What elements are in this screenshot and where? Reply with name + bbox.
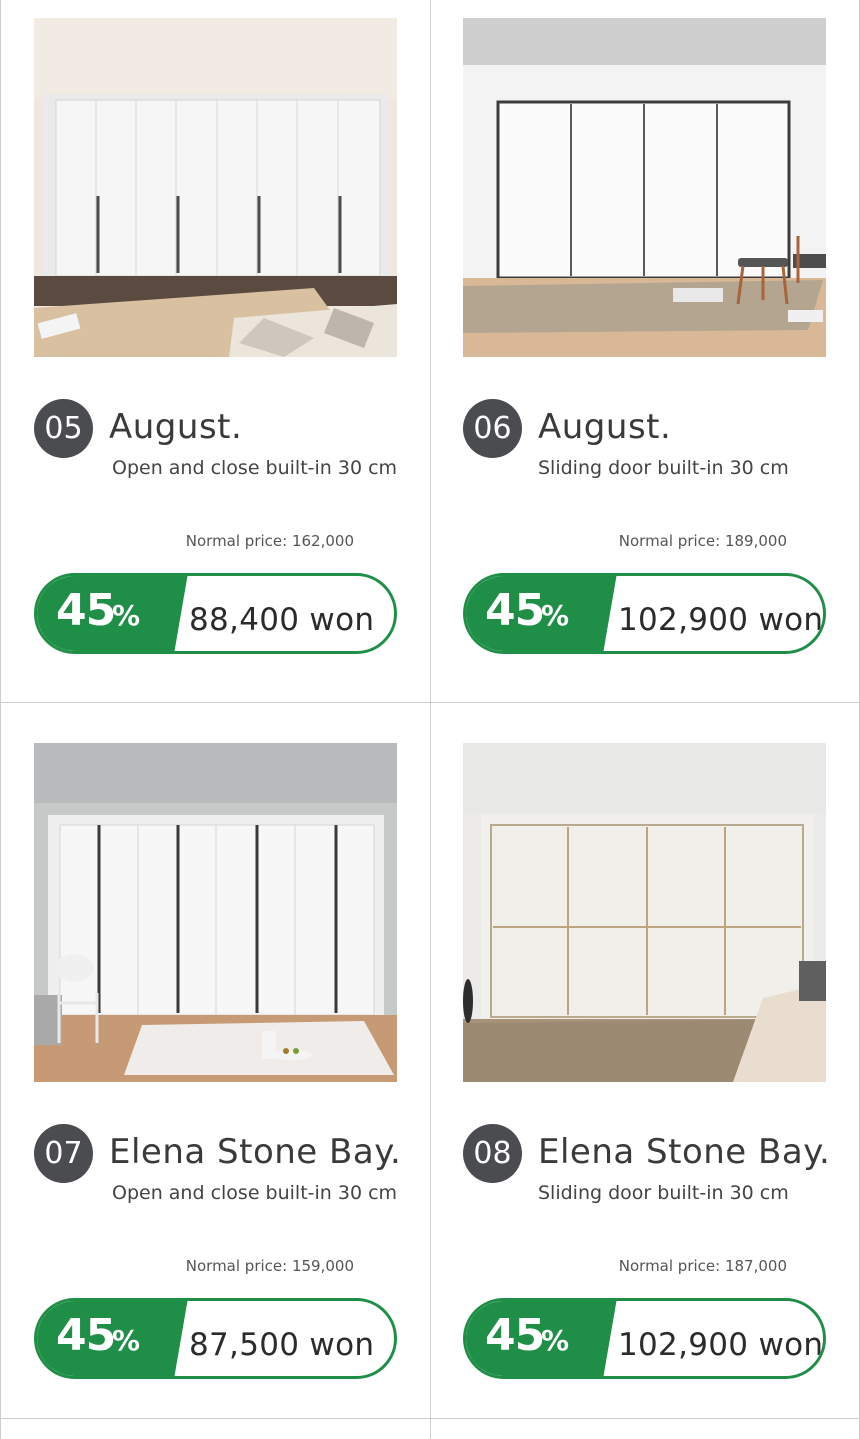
product-subtitle: Open and close built-in 30 cm [112,457,398,479]
discount-badge: 45 % [466,576,617,651]
product-number-badge: 08 [463,1124,522,1183]
discount-percent: 45 [485,1310,545,1361]
product-number-badge: 06 [463,399,522,458]
product-card[interactable]: 07 Elena Stone Bay. Open and close built… [0,725,430,1425]
product-number-badge: 05 [34,399,93,458]
discount-percent: 45 [56,1310,116,1361]
sale-price: 102,900 won [618,1327,824,1363]
normal-price: Normal price: 189,000 [618,532,787,550]
product-image[interactable] [34,743,397,1082]
product-subtitle: Open and close built-in 30 cm [112,1182,398,1204]
product-subtitle: Sliding door built-in 30 cm [538,457,789,479]
percent-symbol: % [112,599,141,632]
percent-symbol: % [541,1324,570,1357]
sale-price: 88,400 won [189,602,375,638]
discount-percent: 45 [56,585,116,636]
sale-price: 87,500 won [189,1327,375,1363]
percent-symbol: % [112,1324,141,1357]
sale-price: 102,900 won [618,602,824,638]
product-name[interactable]: August. [538,407,671,447]
sale-price-pill[interactable]: 45 % 102,900 won [463,1298,826,1379]
discount-badge: 45 % [37,1301,188,1376]
product-name[interactable]: August. [109,407,242,447]
product-name[interactable]: Elena Stone Bay. [109,1132,401,1172]
discount-percent: 45 [485,585,545,636]
product-card[interactable]: 05 August. Open and close built-in 30 cm… [0,0,430,700]
normal-price: Normal price: 187,000 [618,1257,787,1275]
discount-badge: 45 % [466,1301,617,1376]
product-image[interactable] [34,18,397,357]
product-image[interactable] [463,18,826,357]
product-name[interactable]: Elena Stone Bay. [538,1132,830,1172]
sale-price-pill[interactable]: 45 % 88,400 won [34,573,397,654]
product-number-badge: 07 [34,1124,93,1183]
product-image[interactable] [463,743,826,1082]
sale-price-pill[interactable]: 45 % 102,900 won [463,573,826,654]
product-grid: 05 August. Open and close built-in 30 cm… [0,0,860,1439]
grid-divider-horizontal [0,702,860,703]
product-card[interactable]: 06 August. Sliding door built-in 30 cm N… [430,0,860,700]
normal-price: Normal price: 162,000 [185,532,354,550]
sale-price-pill[interactable]: 45 % 87,500 won [34,1298,397,1379]
product-subtitle: Sliding door built-in 30 cm [538,1182,789,1204]
product-card[interactable]: 08 Elena Stone Bay. Sliding door built-i… [430,725,860,1425]
percent-symbol: % [541,599,570,632]
discount-badge: 45 % [37,576,188,651]
normal-price: Normal price: 159,000 [185,1257,354,1275]
